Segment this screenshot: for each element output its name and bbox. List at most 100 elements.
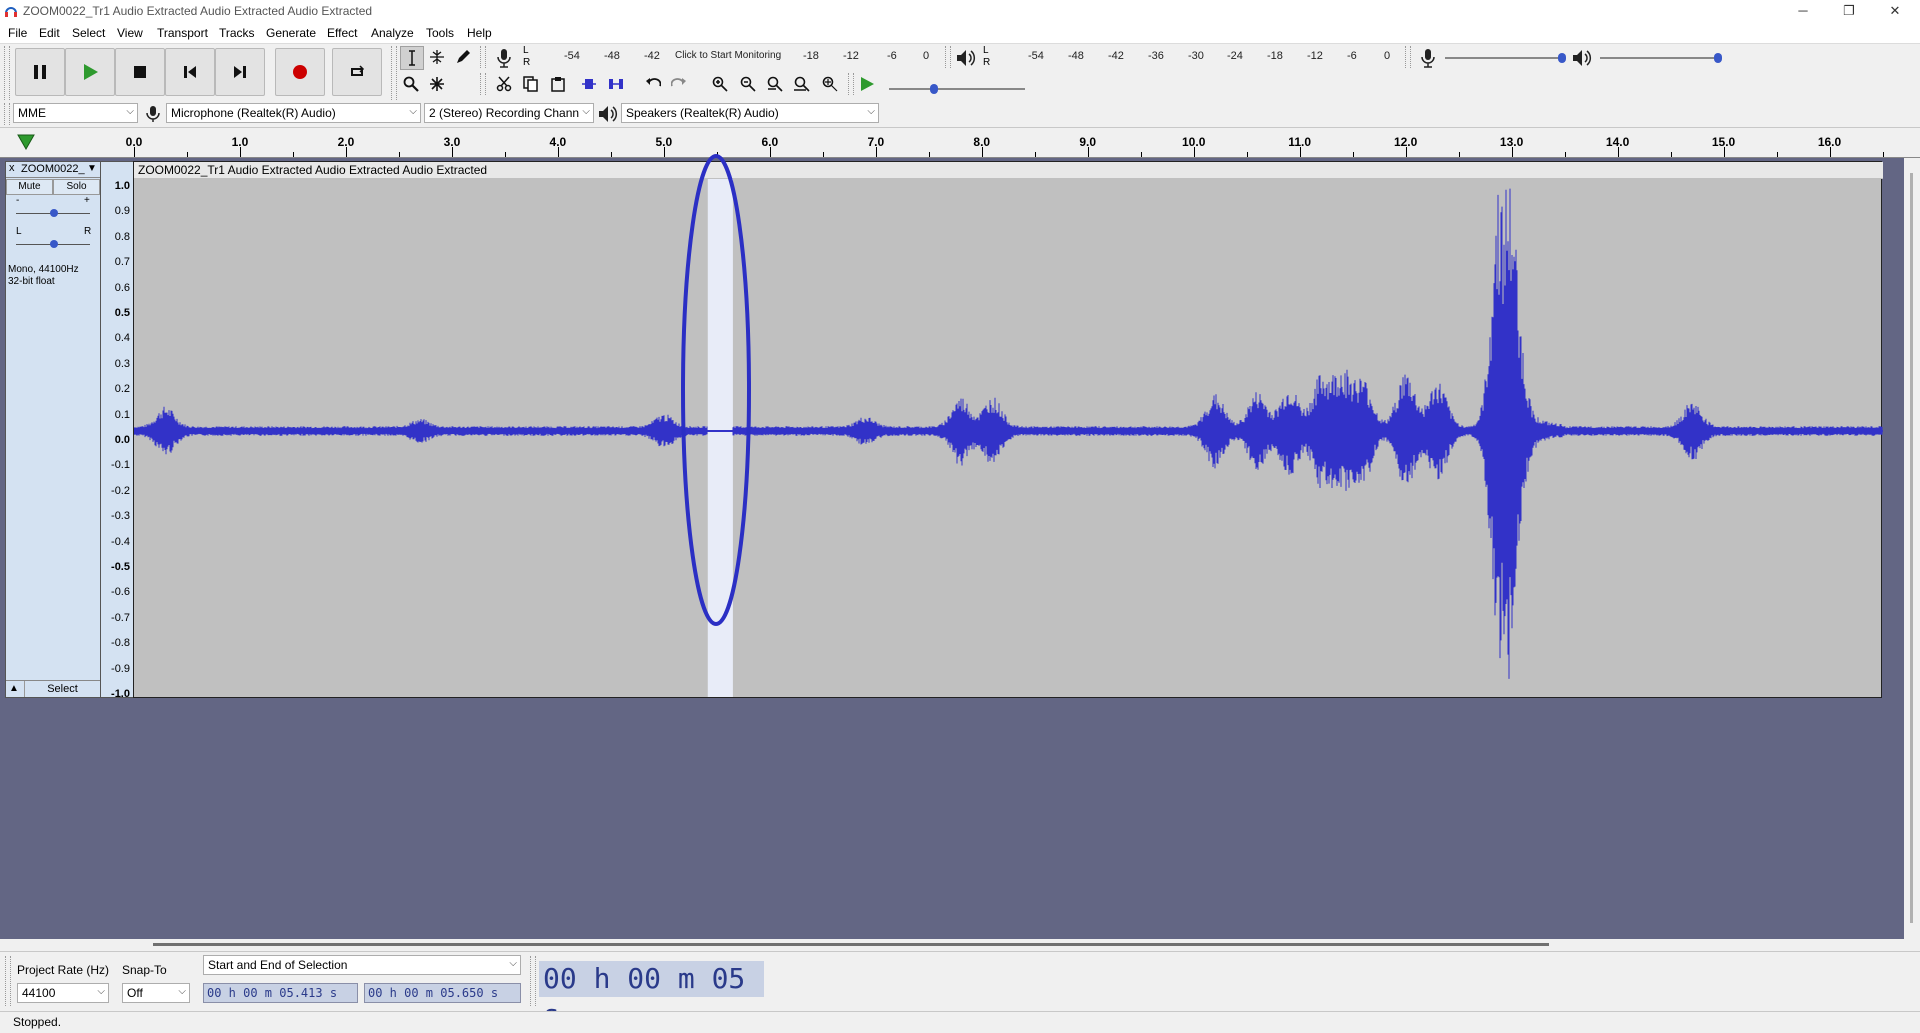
fit-project-button[interactable] — [791, 73, 815, 97]
vertical-scroll-thumb[interactable] — [1910, 173, 1913, 923]
draw-tool-button[interactable] — [452, 46, 476, 70]
record-meter-tick: -18 — [803, 50, 819, 62]
selection-mode-select[interactable]: Start and End of Selection ⌵ — [203, 955, 521, 975]
skip-to-end-button[interactable] — [215, 48, 265, 96]
skip-to-start-button[interactable] — [165, 48, 215, 96]
audacity-logo-icon — [5, 7, 17, 17]
copy-button[interactable] — [520, 73, 544, 97]
record-meter-l-label: L — [523, 45, 529, 56]
menu-tools[interactable]: Tools — [426, 26, 454, 40]
play-at-speed-icon — [861, 77, 874, 91]
menu-bar: File Edit Select View Transport Tracks G… — [0, 22, 1920, 44]
envelope-icon — [430, 50, 444, 64]
playback-meter-speaker-icon[interactable] — [956, 49, 976, 67]
horizontal-scroll-thumb[interactable] — [153, 943, 1549, 946]
toolbar-grip[interactable] — [4, 103, 10, 125]
playback-meter[interactable]: -54 -48 -42 -36 -30 -24 -18 -12 -6 0 — [990, 50, 1400, 64]
envelope-tool-button[interactable] — [426, 46, 450, 70]
recording-device-select[interactable]: Microphone (Realtek(R) Audio) ⌵ — [166, 103, 421, 123]
selection-tool-button[interactable] — [400, 46, 424, 70]
toolbar-grip[interactable] — [480, 46, 486, 68]
recording-volume-thumb[interactable] — [1558, 53, 1566, 63]
play-speed-slider[interactable] — [889, 88, 1025, 90]
ruler-tick — [769, 147, 771, 157]
audio-position-time[interactable]: 00 h 00 m 05 s — [539, 961, 764, 1031]
menu-tracks[interactable]: Tracks — [219, 26, 255, 40]
play-speed-thumb[interactable] — [930, 84, 938, 94]
toolbar-grip[interactable] — [4, 46, 10, 100]
record-meter-tick: -54 — [564, 50, 580, 62]
selection-start-time[interactable]: 00 h 00 m 05.413 s — [203, 983, 358, 1003]
toolbar-grip[interactable] — [1405, 46, 1411, 68]
play-button[interactable] — [65, 48, 115, 96]
snap-to-select[interactable]: Off ⌵ — [122, 983, 190, 1003]
menu-generate[interactable]: Generate — [266, 26, 316, 40]
play-at-speed-button[interactable] — [856, 73, 880, 97]
loop-button[interactable] — [332, 48, 382, 96]
toolbar-grip[interactable] — [848, 73, 854, 95]
toolbar-grip[interactable] — [945, 46, 951, 68]
menu-file[interactable]: File — [8, 26, 27, 40]
menu-help[interactable]: Help — [467, 26, 492, 40]
playback-volume-thumb[interactable] — [1714, 53, 1722, 63]
toolbar-grip[interactable] — [391, 46, 397, 100]
undo-button[interactable] — [642, 73, 666, 97]
vertical-scrollbar[interactable] — [1904, 158, 1920, 939]
ruler-tick — [1087, 147, 1089, 157]
silence-icon — [609, 79, 623, 89]
loop-icon — [351, 65, 365, 76]
menu-effect[interactable]: Effect — [327, 26, 357, 40]
paste-button[interactable] — [547, 73, 571, 97]
zoom-in-button[interactable] — [709, 73, 733, 97]
playback-meter-tick: -6 — [1347, 50, 1357, 62]
record-meter-mic-icon[interactable] — [496, 48, 512, 68]
record-button[interactable] — [275, 48, 325, 96]
play-head-triangle-icon[interactable] — [17, 134, 35, 150]
recording-device-value: Microphone (Realtek(R) Audio) — [171, 106, 336, 120]
redo-icon — [671, 78, 686, 87]
multi-tool-button[interactable] — [426, 73, 450, 97]
ruler-tick — [1723, 147, 1725, 157]
toolbar-grip[interactable] — [5, 956, 11, 1006]
recording-volume-slider[interactable] — [1445, 57, 1565, 59]
pause-button[interactable] — [15, 48, 65, 96]
close-window-button[interactable]: ✕ — [1872, 0, 1918, 22]
toolbar-grip[interactable] — [530, 956, 536, 1006]
chevron-down-icon: ⌵ — [509, 958, 517, 969]
ruler-tick — [928, 152, 930, 157]
zoom-tool-button[interactable] — [400, 73, 424, 97]
maximize-button[interactable]: ❐ — [1826, 0, 1872, 22]
asterisk-icon — [430, 77, 444, 91]
audio-host-value: MME — [18, 106, 46, 120]
menu-edit[interactable]: Edit — [39, 26, 60, 40]
stop-button[interactable] — [115, 48, 165, 96]
zoom-toggle-button[interactable] — [819, 73, 843, 97]
menu-transport[interactable]: Transport — [157, 26, 208, 40]
menu-select[interactable]: Select — [72, 26, 105, 40]
snap-to-value: Off — [127, 986, 143, 1000]
timeline-ruler[interactable]: 0.0 1.0 2.0 3.0 4.0 5.0 6.0 7.0 8.0 9.0 10.0 11.0 12… — [0, 129, 1920, 158]
selection-end-time[interactable]: 00 h 00 m 05.650 s — [364, 983, 521, 1003]
audio-host-select[interactable]: MME ⌵ — [13, 103, 138, 123]
fit-selection-button[interactable] — [764, 73, 788, 97]
menu-analyze[interactable]: Analyze — [371, 26, 414, 40]
trim-audio-button[interactable] — [578, 73, 602, 97]
playback-device-select[interactable]: Speakers (Realtek(R) Audio) ⌵ — [621, 103, 879, 123]
horizontal-scrollbar[interactable] — [0, 939, 1904, 951]
minimize-button[interactable]: ─ — [1780, 0, 1826, 22]
record-meter[interactable]: -54 -48 -42 Click to Start Monitoring -1… — [530, 50, 940, 64]
project-rate-select[interactable]: 44100 ⌵ — [17, 983, 109, 1003]
recording-channels-select[interactable]: 2 (Stereo) Recording Chann ⌵ — [424, 103, 594, 123]
selection-mode-value: Start and End of Selection — [208, 958, 348, 972]
start-monitoring-label[interactable]: Click to Start Monitoring — [675, 50, 781, 61]
toolbar-grip[interactable] — [480, 73, 486, 95]
silence-audio-button[interactable] — [605, 73, 629, 97]
play-icon — [84, 64, 98, 80]
playback-volume-slider[interactable] — [1600, 57, 1720, 59]
menu-view[interactable]: View — [117, 26, 143, 40]
clipboard-icon — [551, 77, 565, 92]
recording-volume-mic-icon — [1421, 49, 1435, 68]
redo-button[interactable] — [668, 73, 692, 97]
zoom-out-button[interactable] — [737, 73, 761, 97]
cut-button[interactable] — [493, 73, 517, 97]
